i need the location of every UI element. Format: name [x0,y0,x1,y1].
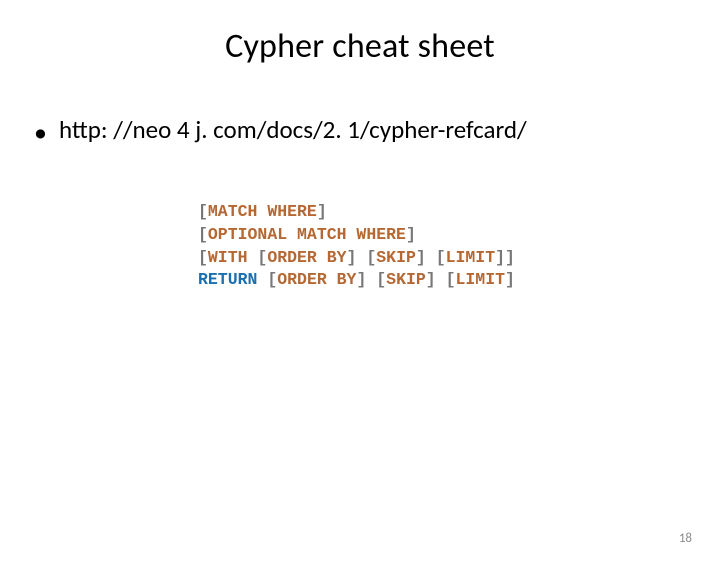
bracket-open: [ [257,248,267,267]
bracket-close: ] [505,270,515,289]
bracket-open: [ [366,248,376,267]
keyword: LIMIT [456,270,506,289]
bracket-open: [ [267,270,277,289]
keyword: SKIP [386,270,426,289]
page-title: Cypher cheat sheet [0,26,720,67]
keyword: MATCH WHERE [208,202,317,221]
code-line-4: RETURN [ORDER BY] [SKIP] [LIMIT] [198,269,720,292]
bullet-text: http: //neo 4 j. com/docs/2. 1/cypher-re… [59,115,527,145]
bracket-open: [ [446,270,456,289]
code-block: [MATCH WHERE] [OPTIONAL MATCH WHERE] [WI… [198,201,720,292]
code-line-1: [MATCH WHERE] [198,201,720,224]
keyword: SKIP [376,248,416,267]
bracket-close: ] [406,225,416,244]
bracket-close: ] [416,248,426,267]
bracket-close: ] [347,248,357,267]
bracket-close: ] [426,270,436,289]
bracket-open: [ [376,270,386,289]
page-number: 18 [679,531,692,546]
bracket-open: [ [198,225,208,244]
code-line-2: [OPTIONAL MATCH WHERE] [198,224,720,247]
keyword: WITH [208,248,248,267]
keyword: LIMIT [446,248,496,267]
code-line-3: [WITH [ORDER BY] [SKIP] [LIMIT]] [198,247,720,270]
bracket-open: [ [436,248,446,267]
keyword: OPTIONAL MATCH WHERE [208,225,406,244]
bracket-close: ] [356,270,366,289]
bullet-item: • http: //neo 4 j. com/docs/2. 1/cypher-… [34,115,720,145]
bracket-open: [ [198,248,208,267]
bracket-close: ] [317,202,327,221]
keyword: ORDER BY [277,270,356,289]
bullet-dot-icon: • [34,119,47,145]
bracket-close: ]] [495,248,515,267]
bracket-open: [ [198,202,208,221]
slide: Cypher cheat sheet • http: //neo 4 j. co… [0,26,720,566]
keyword: ORDER BY [267,248,346,267]
keyword-return: RETURN [198,270,257,289]
